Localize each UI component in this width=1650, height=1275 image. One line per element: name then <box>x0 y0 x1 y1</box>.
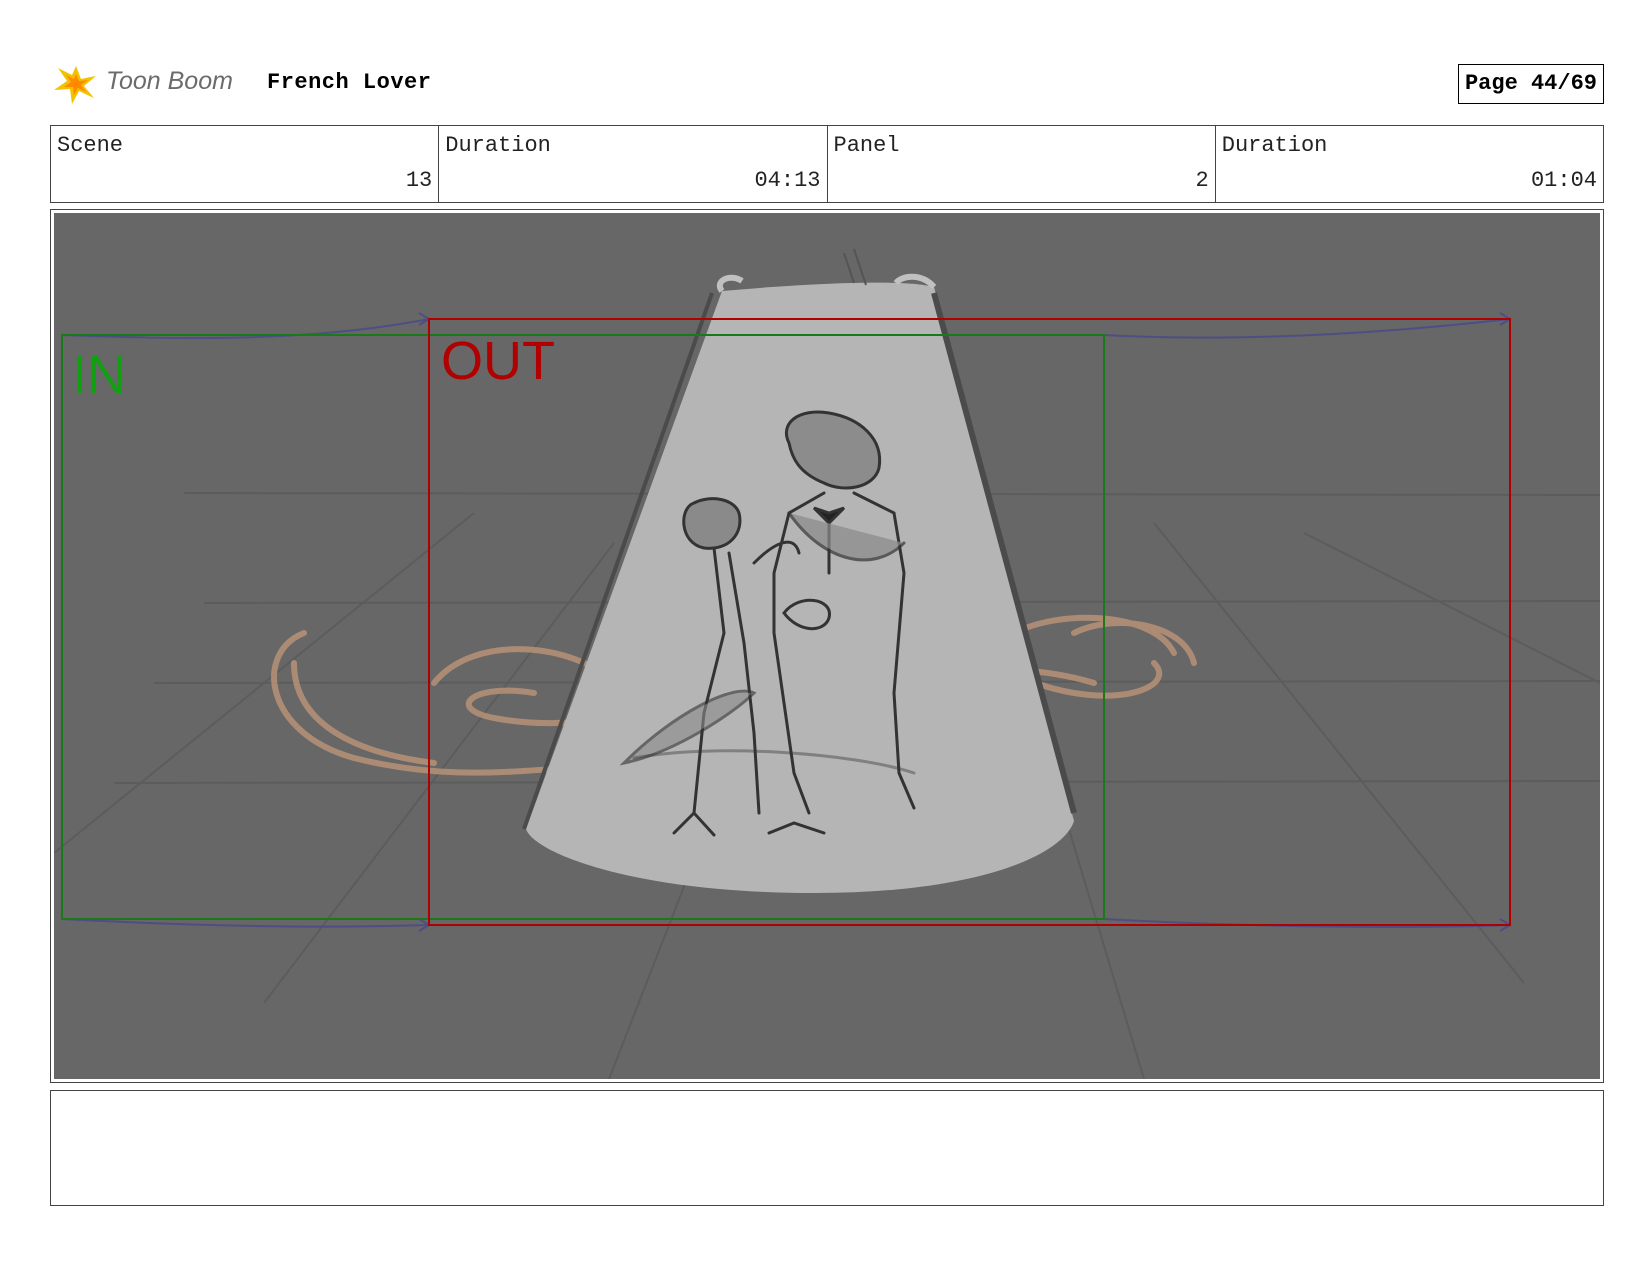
toon-boom-logo: Toon Boom <box>50 56 250 112</box>
panel-label: Panel <box>833 133 900 158</box>
panel-value: 2 <box>1195 168 1209 193</box>
scene-info-table: Scene 13 Duration 04:13 Panel 2 Duration… <box>50 125 1604 203</box>
storyboard-header: Toon Boom French Lover Page 44/69 <box>50 56 1604 112</box>
scene-duration-label: Duration <box>445 133 551 158</box>
panel-notes-box <box>50 1090 1604 1206</box>
panel-frame: IN OUT <box>50 209 1604 1083</box>
hanging-lines <box>843 248 867 286</box>
logo-text: Toon Boom <box>106 67 233 95</box>
scene-label: Scene <box>57 133 124 158</box>
panel-duration-label: Duration <box>1221 133 1328 158</box>
scene-cell: Scene 13 <box>51 126 440 202</box>
panel-cell: Panel 2 <box>828 126 1216 202</box>
scene-duration-cell: Duration 04:13 <box>439 126 828 202</box>
panel-duration-value: 01:04 <box>1530 168 1597 193</box>
page-indicator: Page 44/69 <box>1457 64 1604 104</box>
scene-duration-value: 04:13 <box>754 168 821 193</box>
in-frame-label: IN <box>72 345 126 405</box>
project-title: French Lover <box>267 70 432 95</box>
storyboard-panel-image: IN OUT <box>54 213 1600 1079</box>
panel-duration-cell: Duration 01:04 <box>1216 126 1603 202</box>
out-frame-label: OUT <box>441 331 555 391</box>
panel-sketch: IN OUT <box>54 248 1600 1079</box>
scene-value: 13 <box>405 168 433 193</box>
